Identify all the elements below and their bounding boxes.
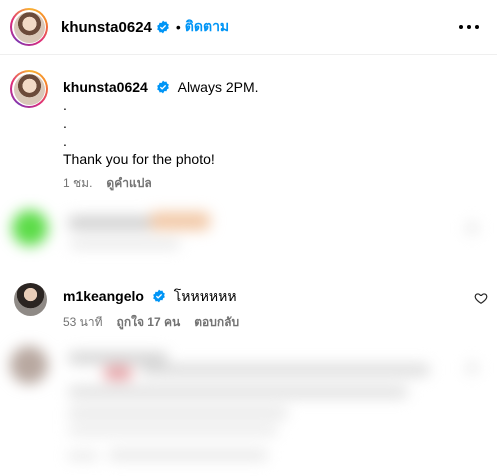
comment-timestamp: 53 นาที: [63, 315, 103, 329]
post-header: khunsta0624 • ติดตาม: [0, 0, 497, 54]
comment-text: โหหหหหห: [173, 288, 237, 304]
blurred-comment: [0, 200, 497, 270]
post-caption: khunsta0624 Always 2PM. . . . Thank you …: [10, 70, 480, 192]
blurred-avatar: [10, 346, 48, 384]
commenter-avatar[interactable]: [14, 283, 47, 316]
separator-dot: •: [175, 19, 181, 35]
caption-username[interactable]: khunsta0624: [63, 79, 148, 95]
author-avatar[interactable]: [10, 8, 48, 46]
reply-button[interactable]: ตอบกลับ: [194, 313, 239, 331]
blurred-avatar: [12, 210, 48, 246]
blurred-comment: [0, 338, 497, 476]
header-divider: [0, 54, 497, 55]
comment-likes-count[interactable]: ถูกใจ 17 คน: [117, 313, 181, 331]
caption-line: Thank you for the photo!: [63, 151, 215, 167]
verified-badge-icon: [157, 20, 169, 34]
comment-item: m1keangelo โหหหหหห 53 นาที ถูกใจ 17 คน ต…: [10, 280, 490, 331]
caption-author-avatar[interactable]: [10, 70, 48, 108]
verified-badge-icon: [152, 289, 165, 303]
caption-timestamp: 1 ชม.: [63, 176, 93, 190]
caption-line: .: [63, 133, 67, 149]
more-options-icon[interactable]: [459, 17, 479, 37]
follow-button[interactable]: ติดตาม: [185, 16, 229, 38]
like-heart-icon[interactable]: [474, 291, 488, 305]
verified-badge-icon: [156, 80, 169, 94]
see-translation-button[interactable]: ดูคำแปล: [106, 174, 151, 192]
caption-text: Always 2PM.: [177, 79, 259, 95]
caption-line: .: [63, 97, 67, 113]
caption-line: .: [63, 115, 67, 131]
author-username[interactable]: khunsta0624: [61, 19, 152, 36]
commenter-username[interactable]: m1keangelo: [63, 288, 144, 304]
